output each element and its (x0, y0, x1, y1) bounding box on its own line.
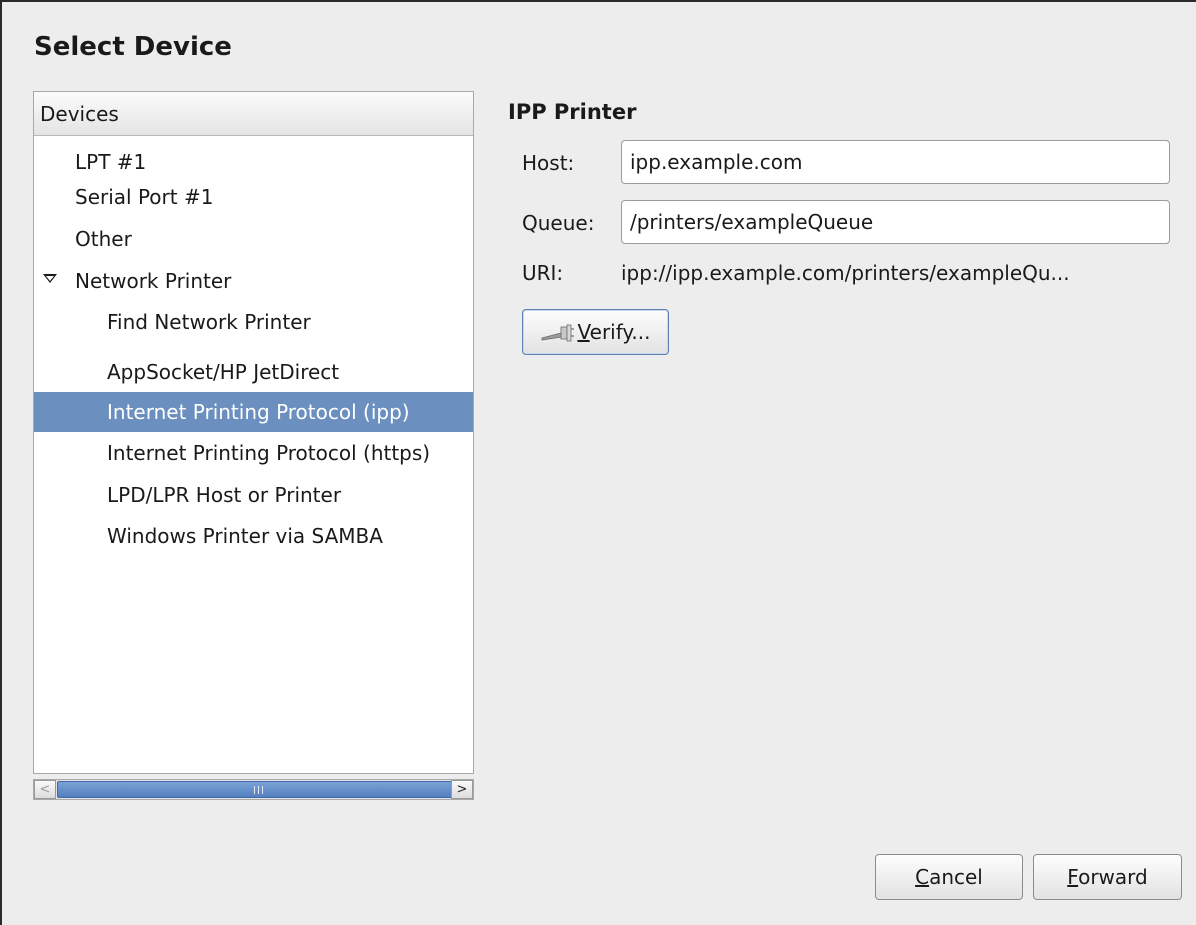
device-item-label: Network Printer (75, 269, 232, 293)
horizontal-scrollbar[interactable]: < > (33, 779, 474, 800)
device-item-other[interactable]: Other (34, 219, 473, 259)
device-item-lpd-lpr[interactable]: LPD/LPR Host or Printer (34, 475, 473, 515)
expander-expanded-icon[interactable] (43, 274, 57, 283)
device-item-label: AppSocket/HP JetDirect (107, 360, 340, 384)
device-item-label: Serial Port #1 (75, 185, 214, 209)
host-input[interactable] (621, 140, 1170, 184)
device-item-label: Windows Printer via SAMBA (107, 524, 383, 548)
devices-list: LPT #1 Serial Port #1 Other Network Prin… (34, 136, 473, 773)
device-item-label: LPD/LPR Host or Printer (107, 483, 342, 507)
queue-input[interactable] (621, 200, 1170, 244)
verify-button[interactable]: Verify... (522, 309, 669, 355)
grip-icon (253, 786, 265, 794)
scroll-left-button[interactable]: < (34, 780, 56, 799)
device-item-label: Find Network Printer (107, 310, 311, 334)
connect-plug-icon (541, 324, 574, 342)
device-item-label: Internet Printing Protocol (ipp) (107, 400, 410, 424)
cancel-button[interactable]: Cancel (875, 854, 1023, 900)
dialog-title: Select Device (34, 32, 232, 62)
host-label: Host: (522, 151, 575, 175)
scrollbar-thumb[interactable] (57, 781, 460, 798)
cancel-mnemonic: C (915, 865, 930, 889)
forward-button[interactable]: Forward (1033, 854, 1182, 900)
device-item-label: LPT #1 (75, 150, 147, 174)
device-item-ipp[interactable]: Internet Printing Protocol (ipp) (34, 392, 473, 432)
device-item-serial-port[interactable]: Serial Port #1 (34, 177, 473, 217)
verify-mnemonic: V (577, 320, 590, 344)
devices-tree[interactable]: Devices LPT #1 Serial Port #1 Other Netw… (33, 91, 474, 774)
device-item-label: Other (75, 227, 132, 251)
device-item-network-printer[interactable]: Network Printer (34, 261, 473, 301)
device-item-lpt1[interactable]: LPT #1 (34, 142, 473, 182)
device-item-https[interactable]: Internet Printing Protocol (https) (34, 433, 473, 473)
scroll-right-button[interactable]: > (451, 780, 473, 799)
device-item-samba[interactable]: Windows Printer via SAMBA (34, 516, 473, 556)
queue-label: Queue: (522, 211, 595, 235)
forward-mnemonic: F (1067, 865, 1079, 889)
cancel-label: ancel (929, 865, 983, 889)
window-top-border (0, 0, 1196, 2)
uri-value: ipp://ipp.example.com/printers/exampleQu… (621, 261, 1070, 285)
uri-label: URI: (522, 261, 564, 285)
devices-column-header[interactable]: Devices (34, 92, 473, 136)
verify-label: erify... (589, 320, 651, 344)
window-left-border (0, 0, 2, 925)
forward-label: orward (1078, 865, 1148, 889)
device-item-label: Internet Printing Protocol (https) (107, 441, 431, 465)
device-item-find-network-printer[interactable]: Find Network Printer (34, 302, 473, 342)
device-item-appsocket[interactable]: AppSocket/HP JetDirect (34, 352, 473, 392)
ipp-section-title: IPP Printer (508, 100, 637, 124)
